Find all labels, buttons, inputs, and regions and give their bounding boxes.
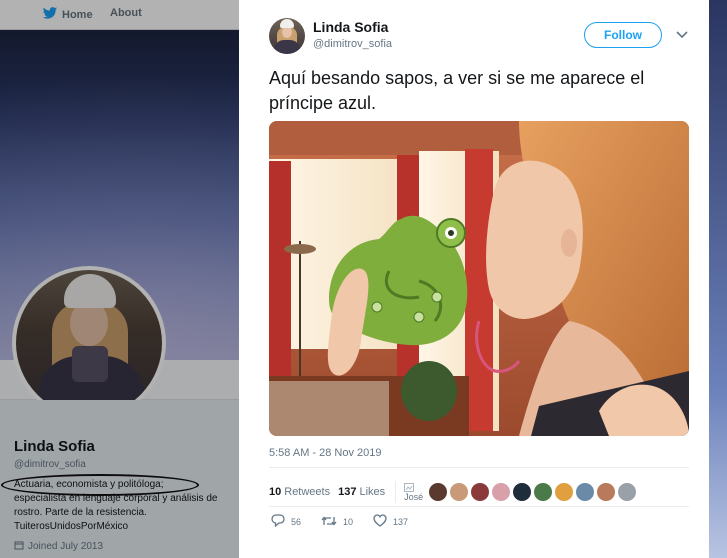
author-name[interactable]: Linda Sofia [313,19,388,35]
like-button[interactable]: 137 [373,514,408,529]
reply-count: 56 [291,516,302,527]
tweet-text: Aquí besando sapos, a ver si se me apare… [269,68,645,113]
likes-label: Likes [359,486,386,498]
retweet-button[interactable]: 10 [321,515,353,529]
likes-stat[interactable]: 137 Likes [338,486,385,498]
backdrop-cover-strip [709,0,727,558]
retweet-action-count: 10 [343,516,354,527]
liker-broken-avatar[interactable]: José [404,483,426,502]
retweets-stat[interactable]: 10 Retweets [269,486,330,498]
author-handle[interactable]: @dimitrov_sofia [313,38,392,50]
liker-avatar[interactable] [513,483,532,501]
liker-avatar[interactable] [534,483,553,501]
tweet-modal: Linda Sofia @dimitrov_sofia Follow Aquí … [239,0,709,558]
liker-avatar[interactable] [576,483,595,501]
author-avatar[interactable] [269,18,305,54]
retweets-count: 10 [269,486,282,498]
divider [269,506,689,507]
liker-avatar[interactable] [555,483,574,501]
divider [395,481,397,503]
liker-avatar[interactable] [492,483,511,501]
divider [269,467,689,468]
liker-avatar[interactable] [597,483,616,501]
chevron-down-icon[interactable] [675,28,689,42]
likers-list: José [404,483,637,502]
heart-icon [373,514,387,529]
retweet-icon [321,515,337,529]
liker-name: José [404,492,424,502]
follow-button[interactable]: Follow [584,22,662,48]
tweet-stats: 10 Retweets 137 Likes José [269,481,637,503]
reply-button[interactable]: 56 [271,514,301,529]
tweet-actions: 56 10 137 [271,514,428,529]
liker-avatar[interactable] [450,483,469,501]
tweet-photo[interactable] [269,121,689,436]
likes-count: 137 [338,486,357,498]
like-action-count: 137 [393,516,409,527]
liker-avatar[interactable] [618,483,637,501]
liker-avatar[interactable] [471,483,490,501]
reply-icon [271,514,285,529]
retweets-label: Retweets [284,486,331,498]
liker-avatar[interactable] [429,483,448,501]
tweet-timestamp[interactable]: 5:58 AM - 28 Nov 2019 [269,447,382,459]
